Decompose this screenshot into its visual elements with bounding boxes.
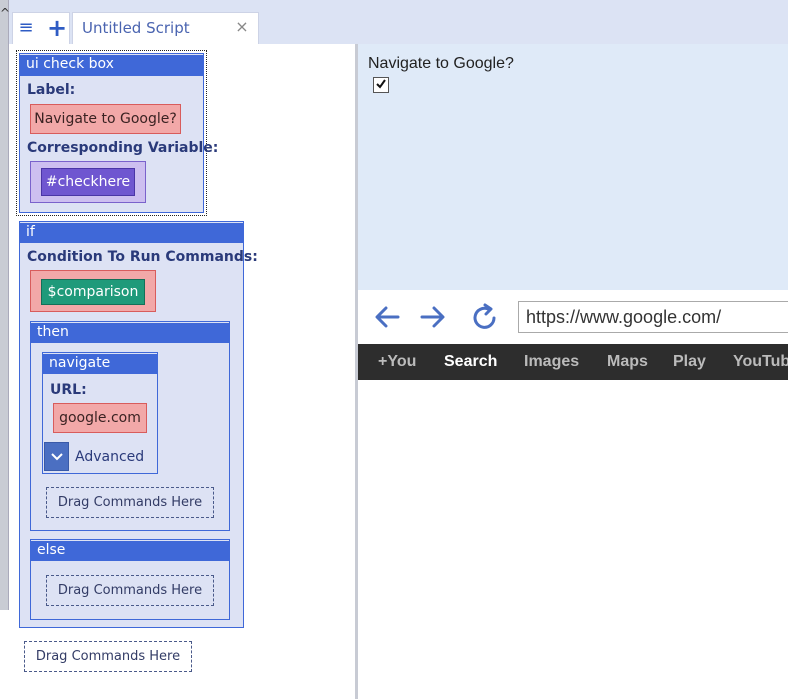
navigate-url-value[interactable]: google.com (53, 403, 147, 433)
then-block-title[interactable]: then (31, 323, 229, 343)
navigate-url-heading: URL: (50, 382, 87, 398)
close-tab-icon[interactable]: × (232, 16, 252, 38)
checkbox-variable-heading: Corresponding Variable: (27, 140, 219, 156)
chevron-down-svg (50, 453, 63, 461)
ui-preview-panel (358, 44, 788, 290)
preview-checkbox-label: Navigate to Google? (368, 55, 514, 72)
gbar-item-you[interactable]: +You (378, 344, 416, 380)
root-drop-zone[interactable]: Drag Commands Here (24, 641, 192, 672)
gbar-item-youtube[interactable]: YouTube (733, 344, 788, 380)
preview-checkbox[interactable] (373, 77, 389, 93)
else-block-title[interactable]: else (31, 541, 229, 561)
checkmark-icon (376, 79, 386, 89)
reload-icon[interactable] (470, 302, 500, 332)
else-drop-zone[interactable]: Drag Commands Here (46, 575, 214, 606)
if-block-title[interactable]: if (20, 223, 243, 243)
scroll-up-icon[interactable]: ^ (0, 2, 10, 24)
gbar-item-play[interactable]: Play (673, 344, 706, 380)
gbar-item-maps[interactable]: Maps (607, 344, 648, 380)
then-drop-zone[interactable]: Drag Commands Here (46, 487, 214, 518)
forward-arrow-icon[interactable] (419, 302, 447, 332)
if-condition-pill[interactable]: $comparison (41, 279, 145, 305)
chevron-down-icon[interactable] (44, 442, 69, 471)
checkbox-variable-pill[interactable]: #checkhere (41, 168, 135, 196)
navigate-block-title[interactable]: navigate (43, 354, 157, 374)
gbar-item-search[interactable]: Search (444, 344, 497, 380)
checkbox-label-value[interactable]: Navigate to Google? (30, 104, 181, 134)
back-arrow-icon[interactable] (373, 302, 401, 332)
tab-title[interactable]: Untitled Script (82, 17, 232, 39)
url-input[interactable] (518, 301, 788, 333)
menu-icon[interactable]: ≡ (14, 15, 38, 41)
if-condition-heading: Condition To Run Commands: (27, 249, 258, 265)
gbar-item-images[interactable]: Images (524, 344, 579, 380)
ui-checkbox-block-title[interactable]: ui check box (20, 55, 203, 76)
advanced-toggle-label[interactable]: Advanced (75, 449, 144, 465)
left-scroll-strip[interactable] (0, 0, 9, 610)
add-tab-icon[interactable]: + (44, 15, 70, 41)
checkbox-label-heading: Label: (27, 82, 76, 98)
